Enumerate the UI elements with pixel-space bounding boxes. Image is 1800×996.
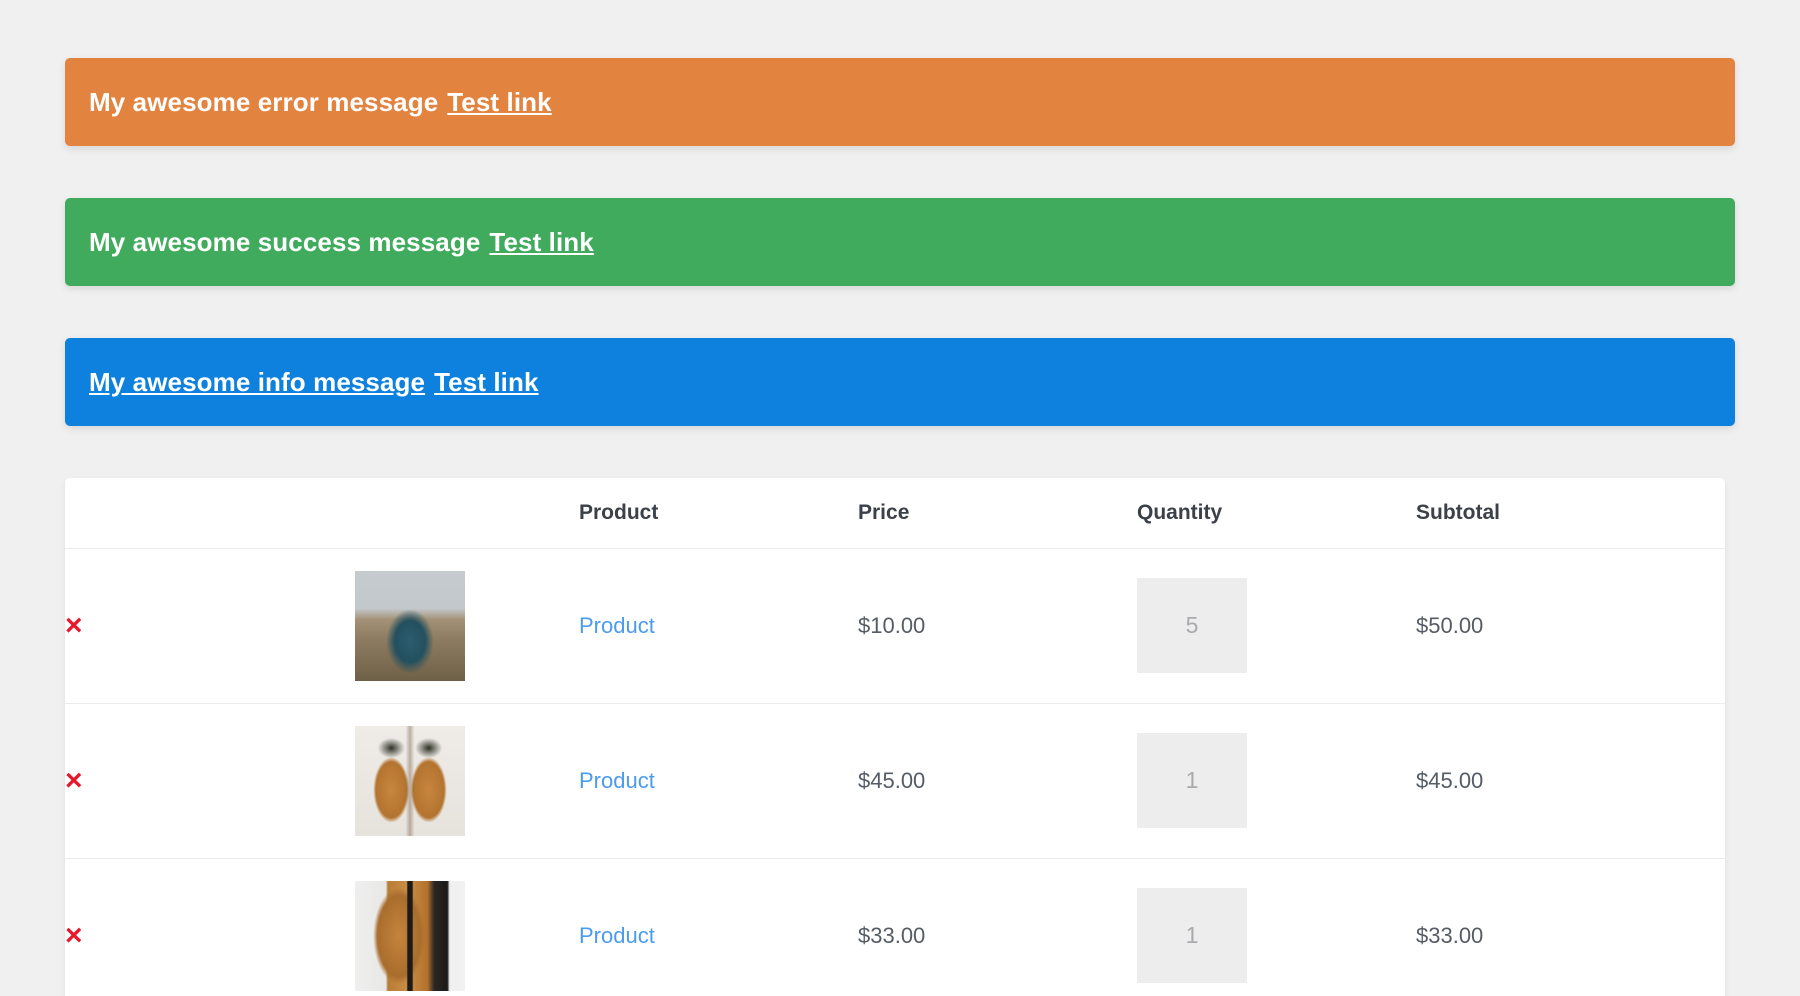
alert-success-link[interactable]: Test link	[489, 227, 593, 258]
quantity-input[interactable]	[1137, 578, 1247, 673]
alert-error: My awesome error message Test link	[65, 58, 1735, 146]
cell-subtotal: $33.00	[1416, 858, 1725, 996]
product-thumbnail-image[interactable]	[355, 881, 465, 991]
alert-info-link[interactable]: Test link	[434, 367, 538, 398]
alert-error-message: My awesome error message	[89, 87, 438, 118]
cell-subtotal: $45.00	[1416, 703, 1725, 858]
quantity-input[interactable]	[1137, 733, 1247, 828]
cell-quantity	[1137, 548, 1416, 703]
cell-thumbnail	[355, 703, 579, 858]
cell-price: $33.00	[858, 858, 1137, 996]
table-row: × Product $33.00 $33.00	[65, 858, 1725, 996]
table-row: × Product $10.00 $50.00	[65, 548, 1725, 703]
alert-stack: My awesome error message Test link My aw…	[65, 58, 1735, 478]
product-thumbnail-image[interactable]	[355, 571, 465, 681]
column-header-remove	[65, 478, 355, 548]
cell-remove: ×	[65, 548, 355, 703]
cell-subtotal: $50.00	[1416, 548, 1725, 703]
column-header-subtotal: Subtotal	[1416, 478, 1725, 548]
cell-thumbnail	[355, 548, 579, 703]
product-link[interactable]: Product	[579, 613, 655, 638]
cart-table: Product Price Quantity Subtotal × Produc…	[65, 478, 1725, 996]
product-thumbnail-image[interactable]	[355, 726, 465, 836]
cart-table-body: × Product $10.00 $50.00	[65, 548, 1725, 996]
close-icon[interactable]: ×	[65, 766, 83, 796]
column-header-thumbnail	[355, 478, 579, 548]
close-icon[interactable]: ×	[65, 921, 83, 951]
product-link[interactable]: Product	[579, 923, 655, 948]
table-header-row: Product Price Quantity Subtotal	[65, 478, 1725, 548]
cell-price: $45.00	[858, 703, 1137, 858]
cell-thumbnail	[355, 858, 579, 996]
cell-remove: ×	[65, 858, 355, 996]
column-header-price: Price	[858, 478, 1137, 548]
cell-product: Product	[579, 548, 858, 703]
alert-info-message: My awesome info message	[89, 367, 425, 398]
alert-success-message: My awesome success message	[89, 227, 480, 258]
cell-quantity	[1137, 858, 1416, 996]
quantity-input[interactable]	[1137, 888, 1247, 983]
table-row: × Product $45.00 $45.00	[65, 703, 1725, 858]
alert-error-link[interactable]: Test link	[447, 87, 551, 118]
cell-product: Product	[579, 703, 858, 858]
page-root: My awesome error message Test link My aw…	[0, 0, 1800, 996]
alert-success: My awesome success message Test link	[65, 198, 1735, 286]
alert-info: My awesome info message Test link	[65, 338, 1735, 426]
cell-remove: ×	[65, 703, 355, 858]
cell-price: $10.00	[858, 548, 1137, 703]
product-link[interactable]: Product	[579, 768, 655, 793]
cart-table-card: Product Price Quantity Subtotal × Produc…	[65, 478, 1725, 996]
cell-product: Product	[579, 858, 858, 996]
close-icon[interactable]: ×	[65, 611, 83, 641]
cell-quantity	[1137, 703, 1416, 858]
cart-table-head: Product Price Quantity Subtotal	[65, 478, 1725, 548]
column-header-product: Product	[579, 478, 858, 548]
column-header-quantity: Quantity	[1137, 478, 1416, 548]
